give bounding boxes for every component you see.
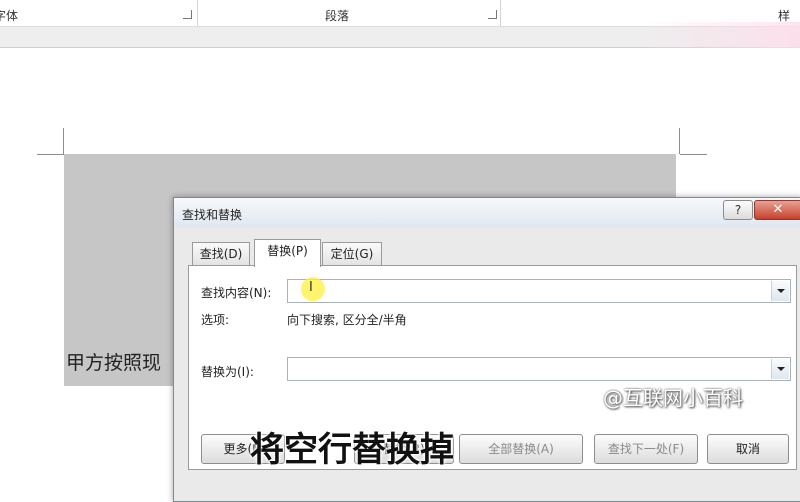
close-button[interactable]: ✕	[754, 200, 800, 220]
tab-find[interactable]: 查找(D)	[192, 242, 250, 266]
replace-with-combobox[interactable]	[287, 357, 791, 381]
document-text[interactable]: 甲方按照现	[66, 348, 161, 375]
help-button[interactable]: ?	[723, 200, 753, 220]
crop-mark-top-left-v	[63, 128, 64, 154]
ribbon-group-font-label: 字体	[0, 9, 19, 23]
cancel-button[interactable]: 取消	[707, 434, 789, 464]
ribbon-group-paragraph-label: 段落	[325, 9, 350, 23]
find-what-combobox[interactable]	[287, 279, 791, 303]
find-what-label: 查找内容(N):	[201, 286, 272, 300]
watermark-text: @互联网小百科	[603, 386, 743, 410]
tab-replace[interactable]: 替换(P)	[254, 239, 321, 267]
ribbon-separator	[197, 0, 198, 26]
find-dropdown-arrow-icon[interactable]	[771, 281, 789, 301]
options-value: 向下搜索, 区分全/半角	[287, 313, 407, 327]
crop-mark-top-right-v	[679, 128, 680, 154]
text-cursor-icon: I	[309, 280, 313, 295]
cursor-highlight	[301, 277, 325, 301]
crop-mark-top-left-h	[37, 154, 64, 155]
paragraph-dialog-launcher-icon[interactable]	[488, 10, 497, 19]
dialog-titlebar[interactable]: 查找和替换 ? ✕	[174, 198, 800, 228]
font-dialog-launcher-icon[interactable]	[183, 10, 192, 19]
find-next-button[interactable]: 查找下一处(F)	[594, 434, 698, 464]
replace-with-label: 替换为(I):	[201, 365, 254, 379]
tab-goto[interactable]: 定位(G)	[322, 242, 382, 266]
replace-all-button[interactable]: 全部替换(A)	[459, 434, 583, 464]
crop-mark-top-right-h	[680, 154, 707, 155]
ribbon-separator	[500, 0, 501, 26]
options-label: 选项:	[201, 313, 230, 327]
ribbon: 字体 段落 样式	[0, 0, 800, 52]
dialog-title: 查找和替换	[182, 208, 243, 222]
video-subtitle: 将空行替换掉	[250, 430, 454, 470]
replace-dropdown-arrow-icon[interactable]	[771, 359, 789, 379]
